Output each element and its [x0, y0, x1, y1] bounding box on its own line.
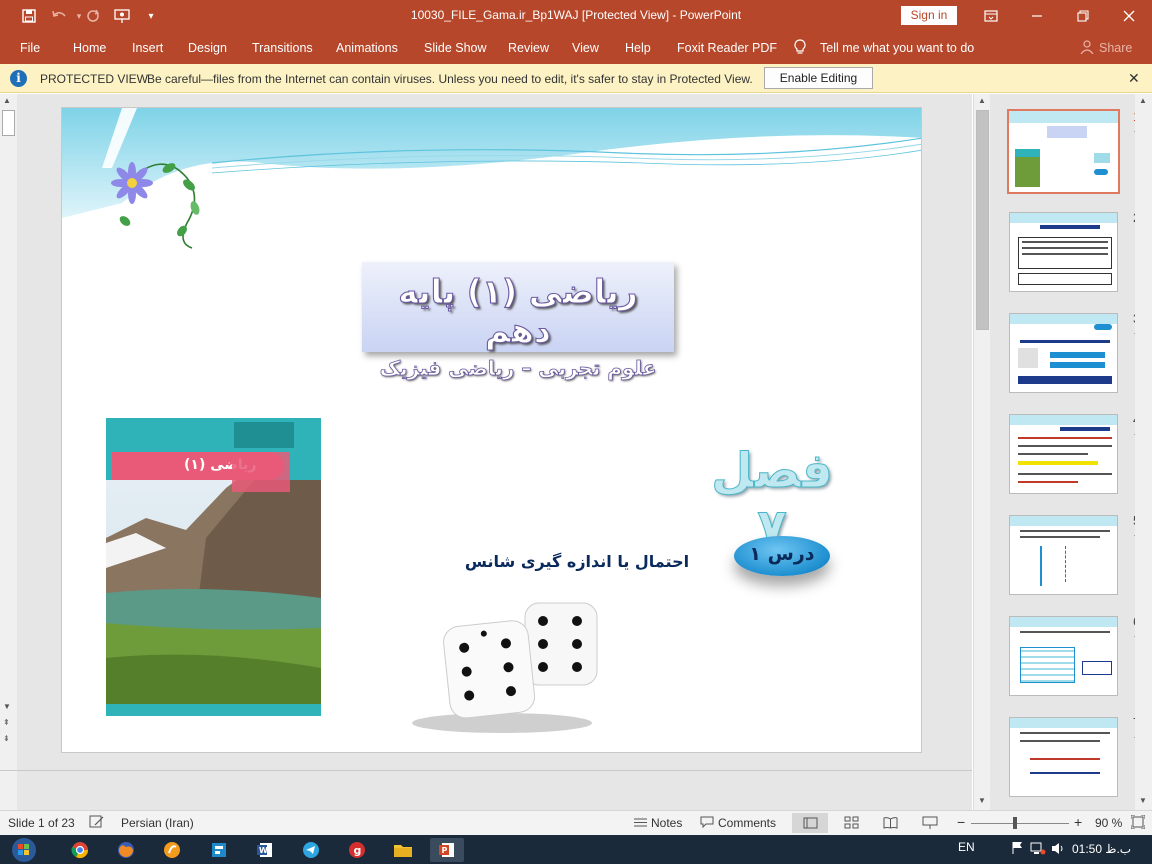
protected-view-bar: i PROTECTED VIEW Be careful—files from t…	[0, 64, 1152, 93]
reading-view-icon[interactable]	[883, 816, 898, 832]
tell-me-search[interactable]: Tell me what you want to do	[820, 41, 974, 55]
firefox-icon[interactable]	[109, 838, 143, 862]
slide-thumbnails-pane: 1 ★ 2 3 ★ 4 ★	[990, 94, 1152, 810]
comments-icon	[700, 816, 714, 831]
share-button[interactable]: Share	[1099, 41, 1132, 55]
telegram-icon[interactable]	[294, 838, 328, 862]
close-icon[interactable]: ✕	[1128, 70, 1140, 87]
tab-view[interactable]: View	[572, 41, 599, 55]
book-cover-image: ریاضی (۱)	[106, 418, 321, 716]
input-language[interactable]: EN	[958, 840, 975, 854]
file-manager-icon[interactable]	[202, 838, 236, 862]
clock[interactable]: 01:50 ب.ظ	[1072, 842, 1131, 856]
tab-help[interactable]: Help	[625, 41, 651, 55]
tab-insert[interactable]: Insert	[132, 41, 163, 55]
customize-quick-access-icon[interactable]: ▾	[140, 6, 162, 26]
sign-in-button[interactable]: Sign in	[901, 6, 957, 25]
volume-icon[interactable]	[1051, 842, 1065, 858]
enable-editing-button[interactable]: Enable Editing	[764, 67, 873, 89]
slide-thumbnail-3[interactable]	[1009, 313, 1118, 393]
undo-icon[interactable]	[48, 6, 70, 26]
lesson-title[interactable]: احتمال یا اندازه گیری شانس	[462, 552, 692, 571]
tab-foxit-reader-pdf[interactable]: Foxit Reader PDF	[677, 41, 777, 55]
zoom-slider[interactable]	[971, 823, 1069, 824]
notes-pane[interactable]	[17, 771, 972, 810]
language-indicator[interactable]: Persian (Iran)	[121, 816, 194, 830]
svg-text:P: P	[442, 846, 448, 855]
info-icon: i	[10, 70, 27, 87]
slide-thumbnail-1[interactable]	[1007, 109, 1120, 194]
slide-scrollbar[interactable]: ▲ ▼	[973, 94, 990, 810]
windows-taskbar: W g P EN 01:50 ب.ظ	[0, 835, 1152, 864]
protected-view-title: PROTECTED VIEW	[40, 72, 149, 86]
tab-transitions[interactable]: Transitions	[252, 41, 313, 55]
slide-thumbnail-6[interactable]	[1009, 616, 1118, 696]
folder-icon[interactable]	[386, 838, 420, 862]
fit-slide-icon[interactable]	[1130, 814, 1146, 832]
redo-icon[interactable]	[82, 6, 104, 26]
ribbon-tabs: File Home Insert Design Transitions Anim…	[0, 32, 1152, 64]
tab-review[interactable]: Review	[508, 41, 549, 55]
app-icon[interactable]: g	[340, 838, 374, 862]
spelling-check-icon[interactable]	[89, 815, 105, 832]
tab-file[interactable]: File	[20, 41, 40, 55]
left-scrollbar[interactable]: ▲ ▼ ⇞ ⇟	[0, 94, 17, 810]
slide-counter: Slide 1 of 23	[8, 816, 75, 830]
word-icon[interactable]: W	[248, 838, 282, 862]
tab-home[interactable]: Home	[73, 41, 106, 55]
lesson-badge[interactable]: درس ۱	[734, 536, 830, 576]
svg-text:g: g	[354, 844, 362, 857]
tab-animations[interactable]: Animations	[336, 41, 398, 55]
flower-decoration	[111, 162, 200, 249]
notes-button[interactable]: Notes	[651, 816, 682, 830]
restore-icon[interactable]	[1060, 0, 1106, 32]
slide-subtitle: علوم تجربی – ریاضی فیزیک	[379, 356, 657, 381]
powerpoint-icon[interactable]: P	[430, 838, 464, 862]
slide-thumbnail-7[interactable]	[1009, 717, 1118, 797]
slide-sorter-icon[interactable]	[844, 816, 859, 832]
lightbulb-icon	[793, 39, 807, 59]
slideshow-view-icon[interactable]	[922, 816, 938, 832]
ribbon-display-options-icon[interactable]	[968, 0, 1014, 32]
zoom-in-button[interactable]: +	[1074, 814, 1082, 830]
notification-flag-icon[interactable]	[1011, 841, 1023, 858]
app-icon[interactable]	[155, 838, 189, 862]
zoom-out-button[interactable]: −	[957, 814, 965, 830]
chrome-icon[interactable]	[63, 838, 97, 862]
save-icon[interactable]	[18, 6, 40, 26]
zoom-slider-thumb[interactable]	[1013, 817, 1017, 829]
slide-title-box[interactable]: ریاضی (۱) پایه دهم علوم تجربی – ریاضی فی…	[362, 262, 674, 380]
svg-text:W: W	[259, 846, 268, 855]
minimize-icon[interactable]	[1014, 0, 1060, 32]
share-icon[interactable]	[1080, 40, 1094, 57]
slide-title: ریاضی (۱) پایه دهم	[398, 271, 639, 350]
dice-image	[412, 602, 598, 733]
thumbnails-scrollbar[interactable]: ▲ ▼	[1135, 94, 1152, 810]
zoom-level[interactable]: 90 %	[1095, 816, 1122, 830]
windows-start-icon[interactable]	[4, 838, 44, 862]
tab-slide-show[interactable]: Slide Show	[424, 41, 487, 55]
slide-thumbnail-4[interactable]	[1009, 414, 1118, 494]
slide-thumbnail-2[interactable]	[1009, 212, 1118, 292]
normal-view-icon[interactable]	[792, 813, 828, 833]
protected-view-message: Be careful—files from the Internet can c…	[147, 72, 753, 86]
title-bar: ▾ ▾ 10030_FILE_Gama.ir_Bp1WAJ [Protected…	[0, 0, 1152, 32]
slide-thumbnail-5[interactable]	[1009, 515, 1118, 595]
notes-icon	[634, 814, 647, 831]
tab-design[interactable]: Design	[188, 41, 227, 55]
current-slide[interactable]: ریاضی (۱) پایه دهم علوم تجربی – ریاضی فی…	[61, 107, 922, 753]
comments-button[interactable]: Comments	[718, 816, 776, 830]
start-slideshow-icon[interactable]	[111, 6, 133, 26]
status-bar: Slide 1 of 23 Persian (Iran) Notes Comme…	[0, 810, 1152, 835]
lesson-label: درس ۱	[749, 543, 815, 565]
network-icon[interactable]	[1030, 842, 1046, 858]
close-icon[interactable]	[1106, 0, 1152, 32]
